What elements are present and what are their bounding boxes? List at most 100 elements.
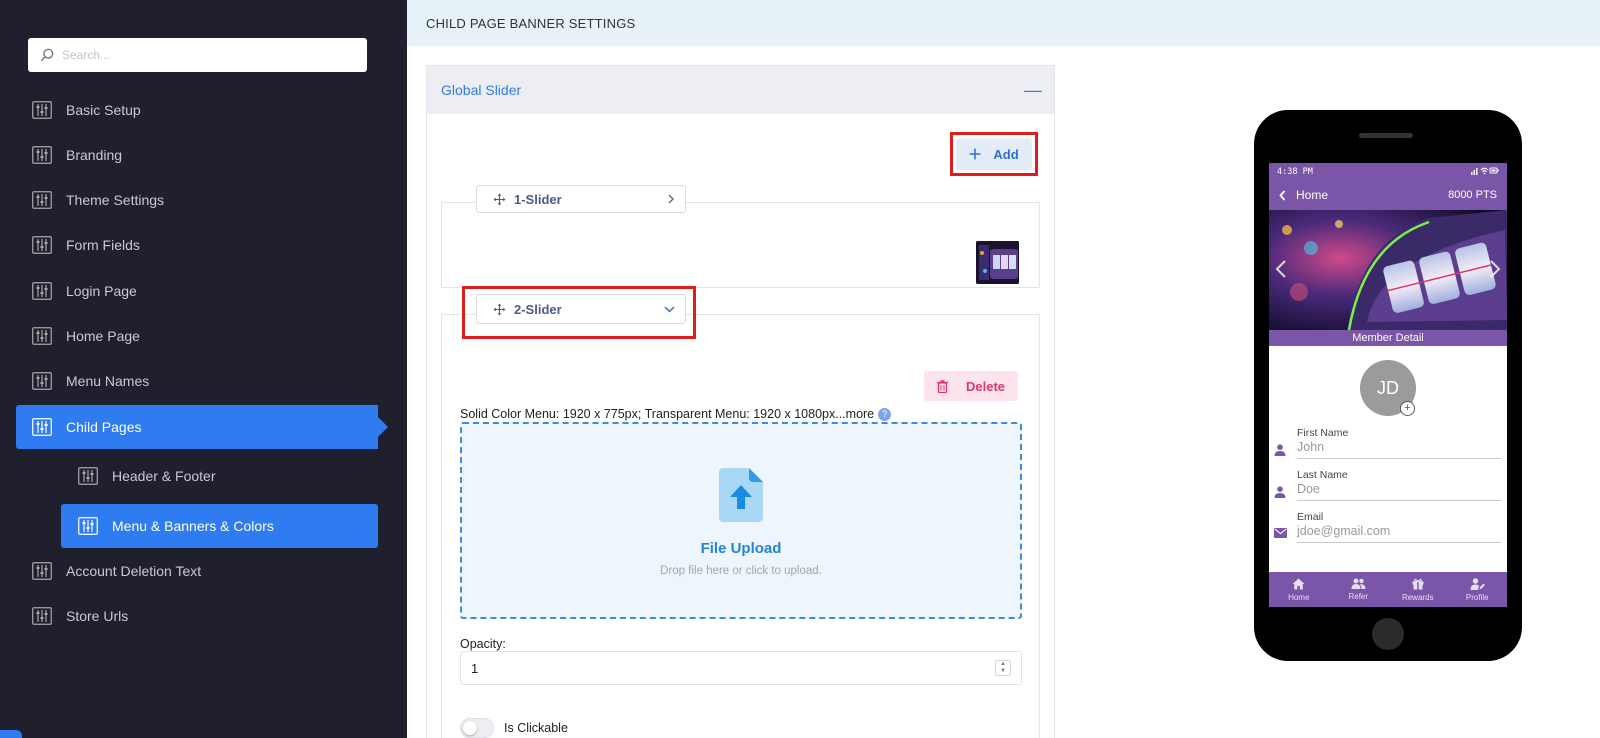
field-value: Doe <box>1297 482 1320 496</box>
sidebar-item-form-fields[interactable]: Form Fields <box>16 223 378 267</box>
sliders-icon <box>32 327 52 345</box>
sliders-icon <box>32 146 52 164</box>
upload-subtitle: Drop file here or click to upload. <box>660 565 822 577</box>
sidebar-item-label: Theme Settings <box>66 192 165 208</box>
opacity-value: 1 <box>471 660 479 676</box>
field-value: jdoe@gmail.com <box>1297 524 1391 538</box>
trash-icon <box>936 379 948 393</box>
phone-speaker <box>1359 133 1413 138</box>
sidebar-item-account-deletion-text[interactable]: Account Deletion Text <box>16 549 378 593</box>
sliders-icon <box>32 607 52 625</box>
sliders-icon <box>32 101 52 119</box>
scroll-indicator <box>0 730 22 738</box>
sliders-icon <box>32 191 52 209</box>
last-name-field[interactable]: Last Name Doe <box>1274 469 1501 505</box>
add-button-label: Add <box>993 146 1019 162</box>
search-icon <box>40 48 54 62</box>
sidebar-item-label: Menu Names <box>66 373 150 389</box>
sidebar-item-branding[interactable]: Branding <box>16 133 378 177</box>
points-balance: 8000 PTS <box>1448 189 1497 201</box>
opacity-input[interactable]: 1 ▲ ▼ <box>460 651 1022 685</box>
opacity-label: Opacity: <box>460 637 506 651</box>
people-icon <box>1351 578 1366 589</box>
banner-image <box>1269 210 1507 330</box>
chevron-right-icon <box>667 194 675 204</box>
sidebar-item-label: Child Pages <box>66 419 142 435</box>
first-name-field[interactable]: First Name John <box>1274 427 1501 463</box>
slider-tab-2[interactable]: 2-Slider <box>476 294 686 324</box>
tab-label: Rewards <box>1401 592 1434 602</box>
sidebar-item-basic-setup[interactable]: Basic Setup <box>16 88 378 132</box>
is-clickable-toggle[interactable] <box>460 718 494 738</box>
sidebar-item-child-pages[interactable]: Child Pages <box>16 405 388 449</box>
sidebar-item-label: Header & Footer <box>112 468 216 484</box>
add-photo-icon[interactable]: + <box>1400 401 1415 416</box>
add-slider-button[interactable]: Add <box>956 138 1032 170</box>
sliders-icon <box>32 372 52 390</box>
sidebar-item-menu-names[interactable]: Menu Names <box>16 359 378 403</box>
help-icon[interactable]: ? <box>878 407 892 421</box>
field-value: John <box>1297 440 1325 454</box>
collapse-icon[interactable]: — <box>1024 80 1042 101</box>
sidebar-item-theme-settings[interactable]: Theme Settings <box>16 178 378 222</box>
status-bar: 4:38 PM <box>1269 163 1507 180</box>
sidebar-subitem-header-footer[interactable]: Header & Footer <box>61 454 378 498</box>
sidebar-item-label: Form Fields <box>66 237 140 253</box>
global-slider-panel: Global Slider — Add 1-Slider Delete Soli… <box>426 65 1055 738</box>
sidebar-item-label: Account Deletion Text <box>66 563 202 579</box>
sidebar-item-home-page[interactable]: Home Page <box>16 314 378 358</box>
slider-tab-label: 1-Slider <box>514 191 562 207</box>
tab-rewards[interactable]: Rewards <box>1388 572 1448 607</box>
sidebar-subitem-menu-banners-colors[interactable]: Menu & Banners & Colors <box>61 504 378 548</box>
move-icon[interactable] <box>493 302 506 316</box>
slider-thumbnail[interactable] <box>976 241 1019 284</box>
signal-icon <box>1471 167 1499 175</box>
back-arrow-icon[interactable] <box>1279 189 1286 201</box>
tab-label: Refer <box>1348 592 1369 601</box>
tab-label: Profile <box>1465 592 1489 602</box>
panel-header[interactable]: Global Slider — <box>427 66 1054 114</box>
upload-title: File Upload <box>700 540 782 557</box>
field-label: Last Name <box>1297 469 1348 481</box>
email-field[interactable]: Email jdoe@gmail.com <box>1274 511 1501 547</box>
field-label: First Name <box>1297 427 1349 439</box>
field-underline <box>1297 500 1501 501</box>
move-icon[interactable] <box>493 192 506 206</box>
file-upload-dropzone[interactable]: File Upload Drop file here or click to u… <box>460 422 1022 619</box>
sidebar-item-label: Home Page <box>66 328 140 344</box>
person-icon <box>1274 486 1286 498</box>
hint-text[interactable]: Solid Color Menu: 1920 x 775px; Transpar… <box>460 407 874 421</box>
sidebar: Basic Setup Branding Theme Settings Form… <box>0 0 407 738</box>
tab-label: Home <box>1288 592 1310 602</box>
phone-home-button <box>1372 618 1404 650</box>
app-bar: Home 8000 PTS <box>1269 180 1507 210</box>
is-clickable-label: Is Clickable <box>504 721 568 735</box>
slider-tab-label: 2-Slider <box>514 301 562 317</box>
sidebar-item-label: Login Page <box>66 283 137 299</box>
tab-home[interactable]: Home <box>1269 572 1329 607</box>
person-icon <box>1274 444 1286 456</box>
search-box[interactable] <box>28 38 367 72</box>
app-bar-title: Home <box>1296 188 1329 202</box>
status-icons <box>1471 166 1499 178</box>
plus-icon <box>969 148 981 160</box>
chevron-down-icon <box>664 306 675 313</box>
tab-refer[interactable]: Refer <box>1329 572 1389 607</box>
sidebar-item-label: Branding <box>66 147 123 163</box>
sidebar-item-login-page[interactable]: Login Page <box>16 269 378 313</box>
number-stepper-icon[interactable]: ▲ ▼ <box>995 660 1011 676</box>
field-label: Email <box>1297 511 1324 523</box>
delete-slider-button[interactable]: Delete <box>924 371 1018 401</box>
phone-screen: 4:38 PM Home 8000 PTS Member Detail JD +… <box>1269 163 1507 607</box>
section-title: Member Detail <box>1269 330 1507 346</box>
slider-tab-1[interactable]: 1-Slider <box>476 185 686 213</box>
field-underline <box>1297 458 1501 459</box>
search-input[interactable] <box>62 48 342 62</box>
bottom-tab-bar: Home Refer Rewards Profile <box>1269 572 1507 607</box>
sidebar-item-label: Store Urls <box>66 608 129 624</box>
sliders-icon <box>32 418 52 436</box>
sidebar-item-store-urls[interactable]: Store Urls <box>16 594 378 638</box>
banner-next-icon[interactable] <box>1489 260 1501 278</box>
tab-profile[interactable]: Profile <box>1448 572 1508 607</box>
banner-prev-icon[interactable] <box>1275 260 1287 278</box>
